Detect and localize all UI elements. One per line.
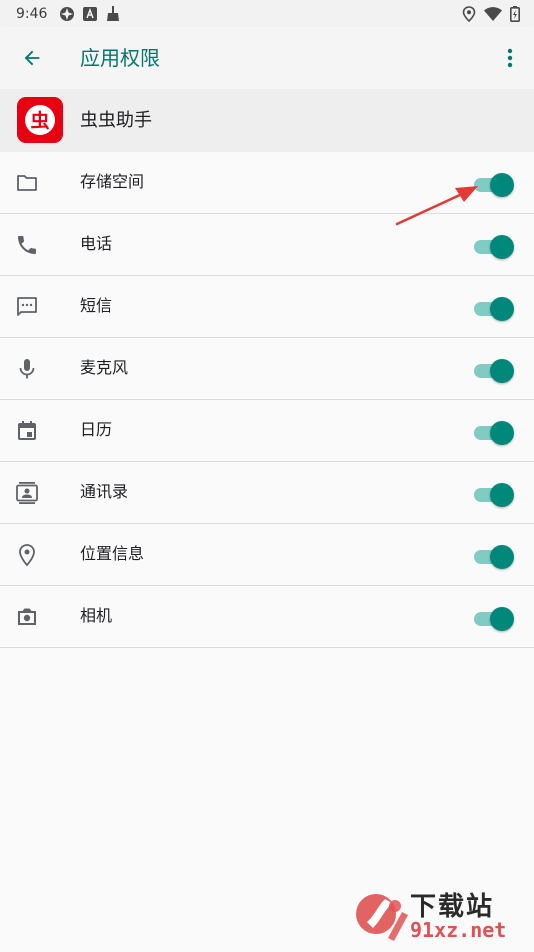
more-vert-icon: [507, 48, 513, 68]
permission-toggle-microphone[interactable]: [474, 358, 514, 383]
microphone-icon: [19, 359, 35, 379]
permission-toggle-calendar[interactable]: [474, 420, 514, 445]
contacts-icon: [16, 482, 38, 504]
toggle-thumb: [490, 297, 514, 321]
photos-icon: [60, 6, 75, 21]
toggle-thumb: [490, 359, 514, 383]
page-title: 应用权限: [80, 46, 160, 70]
permission-label: 麦克风: [80, 358, 129, 377]
permission-toggle-sms[interactable]: [474, 296, 514, 321]
arrow-back-icon: [24, 50, 40, 66]
permission-toggle-camera[interactable]: [474, 606, 514, 631]
permission-row-storage[interactable]: 存储空间: [0, 152, 534, 214]
permission-list: 存储空间 电话 短信 麦克风 日历 通讯录 位置信息 相机: [0, 152, 534, 648]
status-bar: 9:46: [0, 0, 534, 27]
toggle-thumb: [490, 483, 514, 507]
permission-row-calendar[interactable]: 日历: [0, 400, 534, 462]
permission-row-microphone[interactable]: 麦克风: [0, 338, 534, 400]
permission-label: 通讯录: [80, 482, 129, 501]
permission-label: 存储空间: [80, 172, 145, 191]
battery-icon: [510, 5, 520, 22]
permission-label: 位置信息: [80, 544, 145, 563]
sms-icon: [17, 297, 37, 316]
permission-row-sms[interactable]: 短信: [0, 276, 534, 338]
app-logo-icon: 虫: [25, 105, 55, 135]
location-icon: [462, 5, 476, 22]
permission-row-location[interactable]: 位置信息: [0, 524, 534, 586]
permission-label: 电话: [80, 234, 113, 253]
app-logo: 虫: [17, 97, 63, 143]
permission-toggle-location[interactable]: [474, 544, 514, 569]
calendar-icon: [18, 421, 36, 440]
wifi-icon: [484, 6, 502, 21]
phone-icon: [18, 236, 36, 254]
folder-icon: [17, 175, 37, 191]
broom-icon: [107, 5, 120, 21]
permission-label: 相机: [80, 606, 113, 625]
more-options-button[interactable]: [500, 44, 520, 72]
app-bar: 应用权限: [0, 27, 534, 89]
permission-row-phone[interactable]: 电话: [0, 214, 534, 276]
status-time: 9:46: [16, 5, 48, 22]
permission-label: 日历: [80, 420, 113, 439]
app-name: 虫虫助手: [80, 110, 152, 131]
font-a-icon: [83, 6, 98, 21]
back-button[interactable]: [18, 44, 46, 72]
toggle-thumb: [490, 421, 514, 445]
app-header: 虫 虫虫助手: [0, 89, 534, 152]
watermark-url: 91xz.net: [410, 918, 507, 942]
watermark: 下载站 91xz.net: [354, 886, 526, 946]
location-pin-icon: [19, 544, 35, 567]
permission-row-camera[interactable]: 相机: [0, 586, 534, 648]
toggle-thumb: [490, 173, 514, 197]
watermark-logo-icon: [356, 894, 408, 941]
toggle-thumb: [490, 607, 514, 631]
permission-label: 短信: [80, 296, 113, 315]
toggle-thumb: [490, 545, 514, 569]
permission-toggle-contacts[interactable]: [474, 482, 514, 507]
svg-text:虫: 虫: [30, 109, 49, 132]
permission-toggle-storage[interactable]: [474, 172, 514, 197]
permission-row-contacts[interactable]: 通讯录: [0, 462, 534, 524]
toggle-thumb: [490, 235, 514, 259]
permission-toggle-phone[interactable]: [474, 234, 514, 259]
camera-icon: [18, 608, 36, 625]
